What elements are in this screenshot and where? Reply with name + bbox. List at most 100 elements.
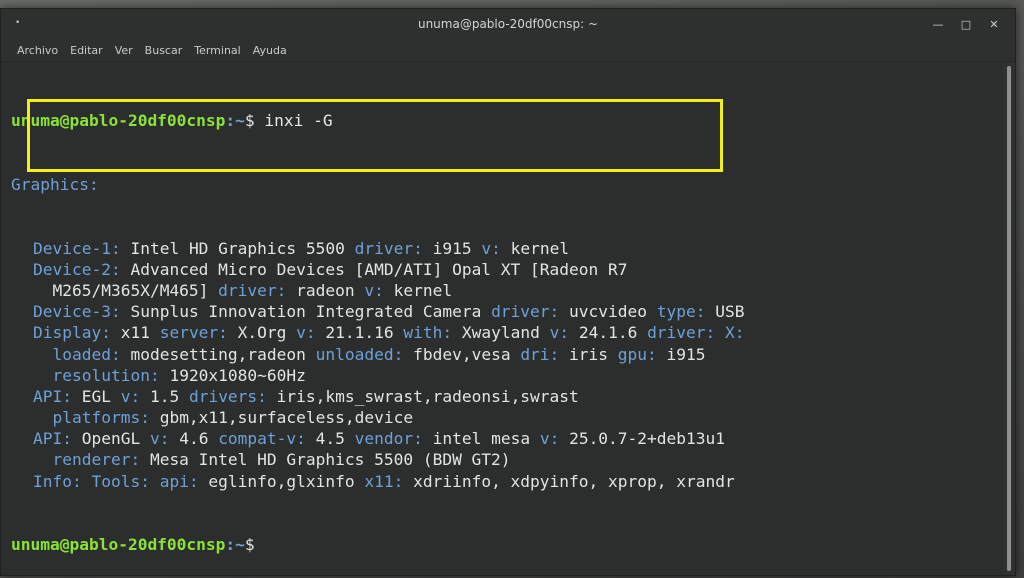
field-key: compat-v: <box>218 429 306 449</box>
field-key: renderer: <box>33 450 141 470</box>
field-value: OpenGL <box>71 429 150 449</box>
field-value: 21.1.16 <box>315 323 404 343</box>
field-key: vendor: <box>354 429 423 449</box>
field-value: Sunplus Innovation Integrated Camera <box>120 302 492 322</box>
highlight-box <box>27 99 723 172</box>
output-line: Device-2: Advanced Micro Devices [AMD/AT… <box>11 259 1003 280</box>
output-line: Device-1: Intel HD Graphics 5500 driver:… <box>11 238 1003 259</box>
field-key: Tools: <box>81 471 160 491</box>
field-value: 24.1.6 <box>569 323 648 343</box>
field-value: Advanced Micro Devices [AMD/ATI] Opal XT… <box>120 259 628 279</box>
field-key: v: <box>149 429 170 449</box>
minimize-icon[interactable]: — <box>927 13 949 35</box>
menu-editar[interactable]: Editar <box>64 44 109 57</box>
output-line: platforms: gbm,x11,surfaceless,device <box>11 407 1003 428</box>
field-value: eglinfo,glxinfo <box>198 471 365 491</box>
field-value: i915 <box>422 238 482 258</box>
field-key: with: <box>403 323 453 343</box>
prompt-path-2: :~ <box>225 535 245 555</box>
field-value: 25.0.7-2+deb13u1 <box>559 429 726 449</box>
maximize-icon[interactable]: □ <box>955 13 977 35</box>
field-value: xdriinfo, xdpyinfo, xprop, xrandr <box>403 471 735 491</box>
field-value: intel mesa <box>422 429 540 449</box>
field-key: v: <box>120 386 141 406</box>
field-value: uvcvideo <box>559 302 657 322</box>
menu-buscar[interactable]: Buscar <box>139 44 189 57</box>
field-value: Mesa Intel HD Graphics 5500 (BDW GT2) <box>140 450 511 470</box>
field-value: x11 <box>110 323 160 343</box>
output-line: Info: Tools: api: eglinfo,glxinfo x11: x… <box>11 471 1003 492</box>
field-value: kernel <box>500 238 570 258</box>
output-line: API: OpenGL v: 4.6 compat-v: 4.5 vendor:… <box>11 428 1003 449</box>
output-lines: Device-1: Intel HD Graphics 5500 driver:… <box>11 238 1003 492</box>
field-value: iris,kms_swrast,radeonsi,swrast <box>266 386 579 406</box>
menu-archivo[interactable]: Archivo <box>11 44 64 57</box>
field-value: radeon <box>286 280 365 300</box>
field-key: driver: <box>354 238 423 258</box>
field-key: drivers: <box>188 386 267 406</box>
field-value: gbm,x11,surfaceless,device <box>149 408 414 428</box>
title-bar[interactable]: • unuma@pablo-20df00cnsp: ~ — □ ✕ <box>1 9 1015 39</box>
field-key: Device-3: <box>33 302 121 322</box>
field-key: Display: <box>33 323 111 343</box>
field-value: Xwayland <box>452 323 550 343</box>
field-key: v: <box>364 280 384 300</box>
section-heading: Graphics: <box>11 175 99 194</box>
prompt-user-2: unuma@pablo-20df00cnsp <box>11 535 226 555</box>
field-key: gpu: <box>617 344 657 364</box>
field-value: kernel <box>383 280 453 300</box>
field-key: platforms: <box>33 408 150 428</box>
field-value: Intel HD Graphics 5500 <box>120 238 355 258</box>
output-line: resolution: 1920x1080~60Hz <box>11 365 1003 386</box>
field-value: 4.6 <box>169 429 219 449</box>
field-value: 1.5 <box>140 386 189 406</box>
field-key: v: <box>296 323 316 343</box>
field-key: API: <box>33 386 72 406</box>
field-key: api: <box>159 471 199 491</box>
field-value: X.Org <box>227 323 297 343</box>
field-value: M265/M365X/M465] <box>33 280 219 300</box>
window-controls: — □ ✕ <box>927 13 1005 35</box>
terminal-window: • unuma@pablo-20df00cnsp: ~ — □ ✕ Archiv… <box>0 8 1016 576</box>
field-value: EGL <box>71 386 121 406</box>
field-key: Device-2: <box>33 259 121 279</box>
menu-ayuda[interactable]: Ayuda <box>247 44 293 57</box>
field-key: v: <box>549 323 570 343</box>
field-value: iris <box>559 344 618 364</box>
field-key: v: <box>481 238 501 258</box>
field-key: resolution: <box>33 365 160 385</box>
field-value: 4.5 <box>305 429 355 449</box>
output-line: M265/M365X/M465] driver: radeon v: kerne… <box>11 280 1003 301</box>
field-key: x11: <box>364 471 404 491</box>
menu-bar: Archivo Editar Ver Buscar Terminal Ayuda <box>1 39 1015 62</box>
field-key: type: <box>656 302 706 322</box>
close-icon[interactable]: ✕ <box>983 13 1005 35</box>
pin-icon[interactable]: • <box>15 18 20 28</box>
field-key: X: <box>715 323 745 343</box>
menu-ver[interactable]: Ver <box>109 44 139 57</box>
field-key: server: <box>159 323 228 343</box>
field-key: Device-1: <box>33 238 121 258</box>
field-value: 1920x1080~60Hz <box>159 365 306 385</box>
output-line: loaded: modesetting,radeon unloaded: fbd… <box>11 344 1003 365</box>
scroll-thumb[interactable] <box>1007 66 1011 571</box>
field-key: driver: <box>647 323 716 343</box>
output-line: API: EGL v: 1.5 drivers: iris,kms_swrast… <box>11 386 1003 407</box>
field-key: driver: <box>218 280 287 300</box>
field-key: loaded: <box>33 344 121 364</box>
field-key: driver: <box>491 302 560 322</box>
field-value: i915 <box>656 344 706 364</box>
field-key: API: <box>33 429 72 449</box>
field-value: USB <box>705 302 745 322</box>
field-key: dri: <box>520 344 560 364</box>
field-value: fbdev,vesa <box>403 344 521 364</box>
menu-terminal[interactable]: Terminal <box>188 44 247 57</box>
output-line: renderer: Mesa Intel HD Graphics 5500 (B… <box>11 449 1003 470</box>
field-key: Info: <box>33 471 82 491</box>
field-value: modesetting,radeon <box>120 344 316 364</box>
field-key: v: <box>539 429 560 449</box>
prompt-symbol-2: $ <box>244 535 255 555</box>
scrollbar[interactable] <box>1003 62 1015 575</box>
output-line: Device-3: Sunplus Innovation Integrated … <box>11 301 1003 322</box>
window-title: unuma@pablo-20df00cnsp: ~ <box>417 17 599 31</box>
